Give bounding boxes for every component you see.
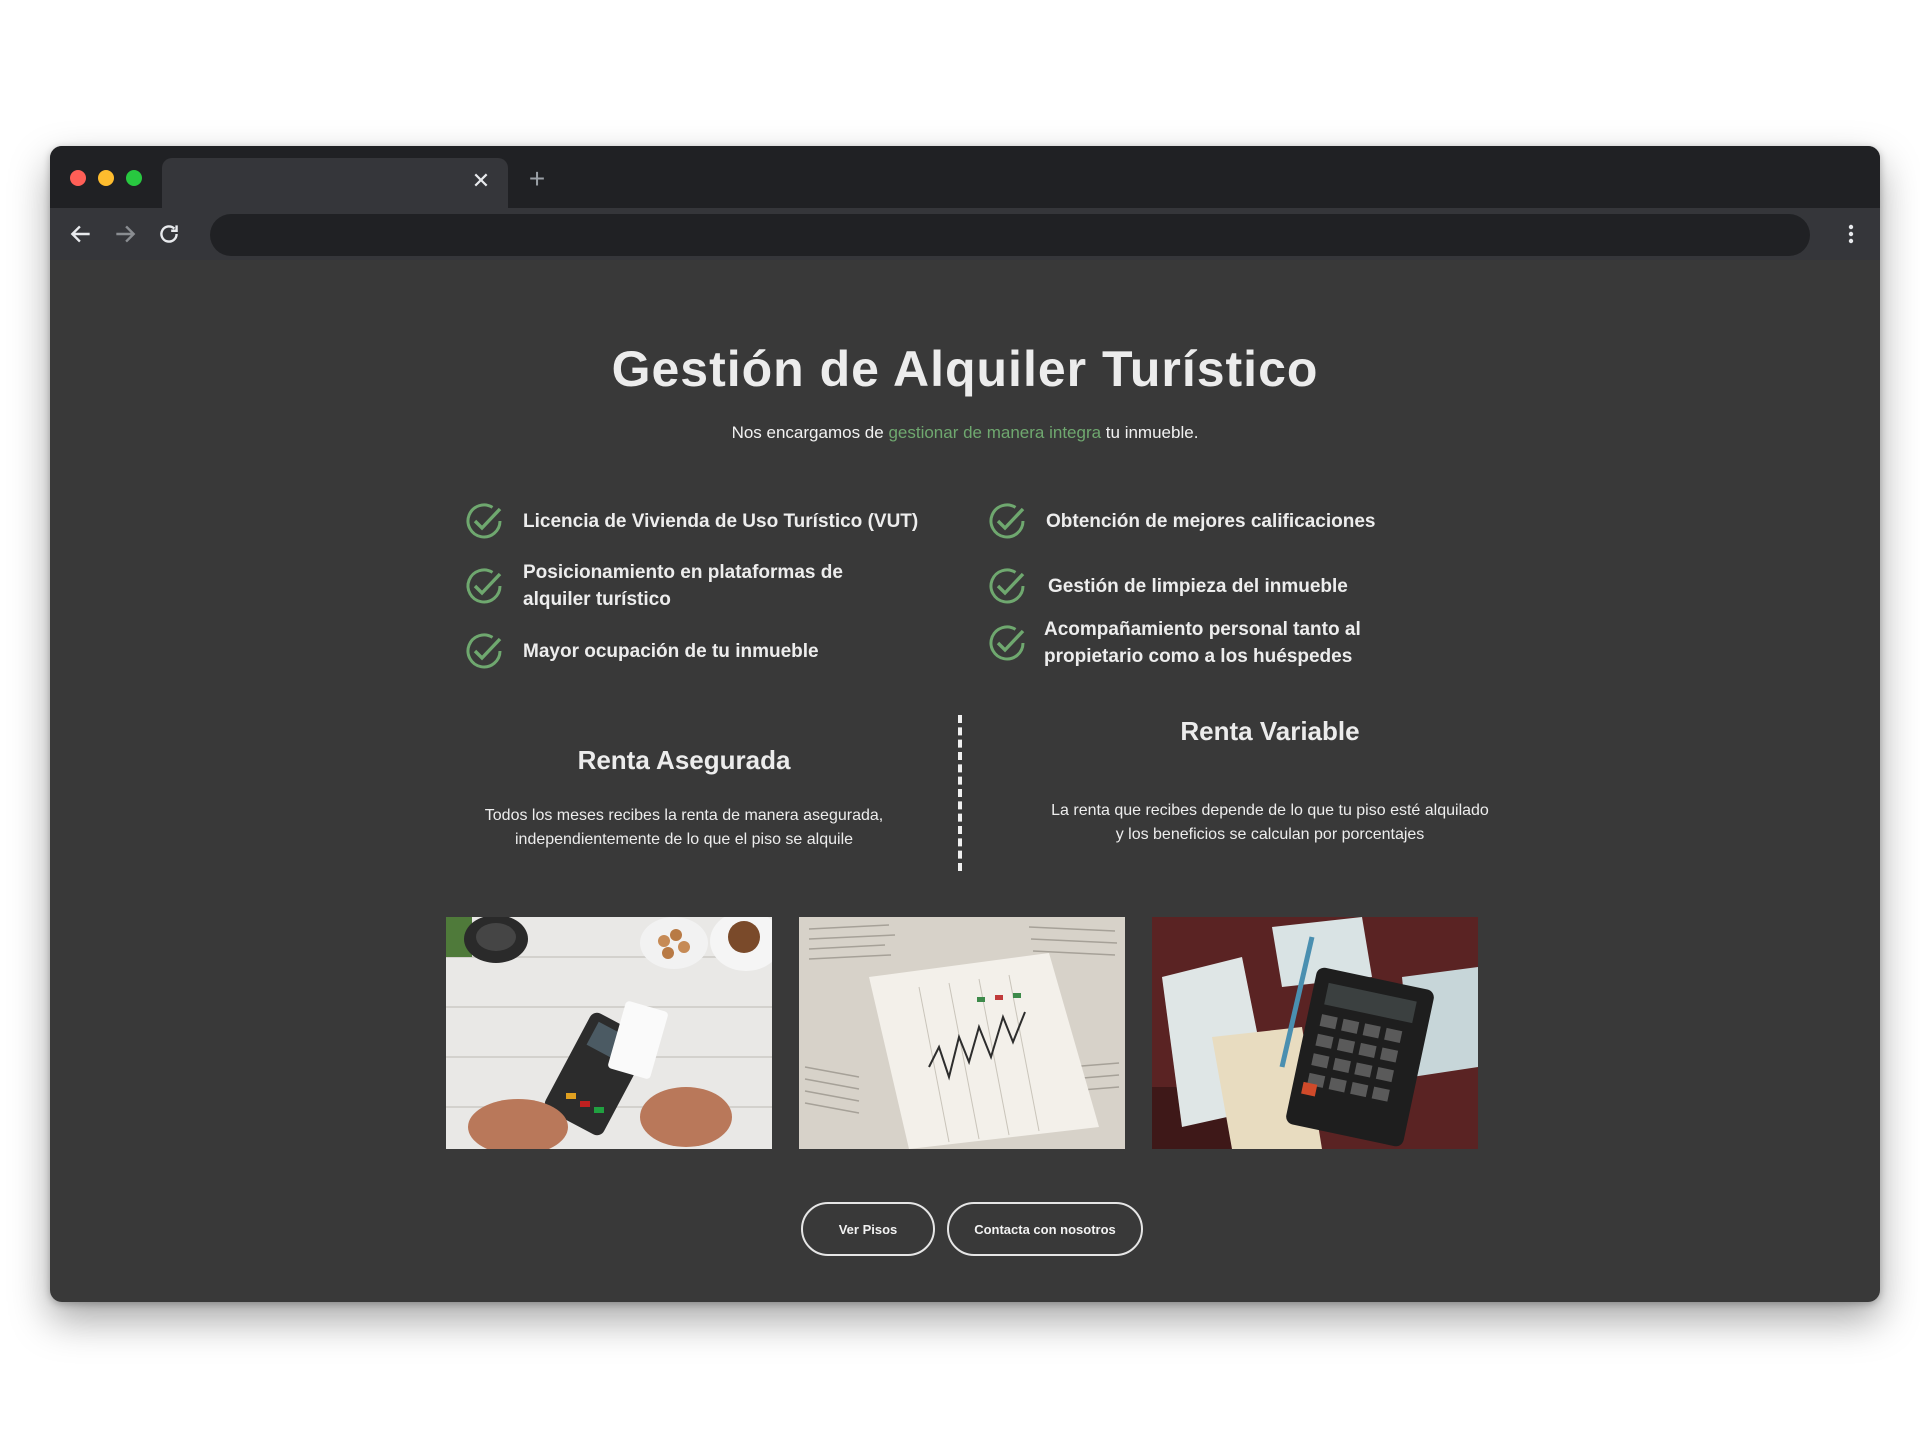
subtitle-text-before: Nos encargamos de [731,423,889,442]
plan-fixed-title: Renta Asegurada [577,745,791,775]
check-circle-icon [986,500,1028,542]
feature-item: Acompañamiento personal tanto al propiet… [986,616,1386,670]
page-title: Gestión de Alquiler Turístico [611,341,1319,397]
feature-item: Gestión de limpieza del inmueble [986,565,1446,607]
stock-chart-photo [799,917,1125,1149]
page-content: Gestión de Alquiler Turístico Nos encarg… [50,260,1880,1302]
minimize-window-button[interactable] [98,170,114,186]
subtitle-text-after: tu inmueble. [1101,423,1199,442]
forward-arrow-icon[interactable] [112,221,138,247]
calculator-photo [1152,917,1478,1149]
new-tab-button[interactable]: + [524,165,550,193]
browser-tab[interactable]: ✕ [162,158,508,208]
back-arrow-icon[interactable] [68,221,94,247]
kebab-menu-icon[interactable] [1846,221,1856,247]
feature-item: Obtención de mejores calificaciones [986,500,1446,542]
close-window-button[interactable] [70,170,86,186]
check-circle-icon [463,500,505,542]
plan-variable-title: Renta Variable [1180,716,1360,746]
feature-label: Mayor ocupación de tu inmueble [523,640,819,662]
tab-bar: ✕ + [50,146,1880,208]
contact-button[interactable]: Contacta con nosotros [947,1202,1143,1256]
reload-icon[interactable] [156,221,182,247]
see-flats-button[interactable]: Ver Pisos [801,1202,935,1256]
check-circle-icon [463,565,505,607]
feature-item: Licencia de Vivienda de Uso Turístico (V… [463,500,923,542]
plan-variable-description: La renta que recibes depende de lo que t… [1051,802,1489,843]
subtitle-accent-text: gestionar de manera integra [888,423,1102,442]
tab-close-icon[interactable]: ✕ [470,170,492,192]
feature-label: Obtención de mejores calificaciones [1046,510,1376,532]
feature-item: Posicionamiento en plataformas de alquil… [463,559,903,613]
feature-label: Licencia de Vivienda de Uso Turístico (V… [523,510,919,532]
check-circle-icon [986,565,1028,607]
page-subtitle: Nos encargamos de gestionar de manera in… [50,423,1880,443]
feature-item: Mayor ocupación de tu inmueble [463,630,923,672]
card-payment-photo [446,917,772,1149]
feature-label: Posicionamiento en plataformas de alquil… [523,562,843,610]
maximize-window-button[interactable] [126,170,142,186]
check-circle-icon [463,630,505,672]
plans-divider [958,715,962,871]
check-circle-icon [986,622,1028,664]
browser-toolbar [50,208,1880,260]
feature-label: Gestión de limpieza del inmueble [1048,575,1348,597]
feature-label: Acompañamiento personal tanto al propiet… [1044,619,1361,667]
plan-fixed-description: Todos los meses recibes la renta de mane… [484,807,884,848]
browser-window: ✕ + Gestión de Alquiler Turístico Nos en… [50,146,1880,1302]
address-bar[interactable] [210,214,1810,256]
